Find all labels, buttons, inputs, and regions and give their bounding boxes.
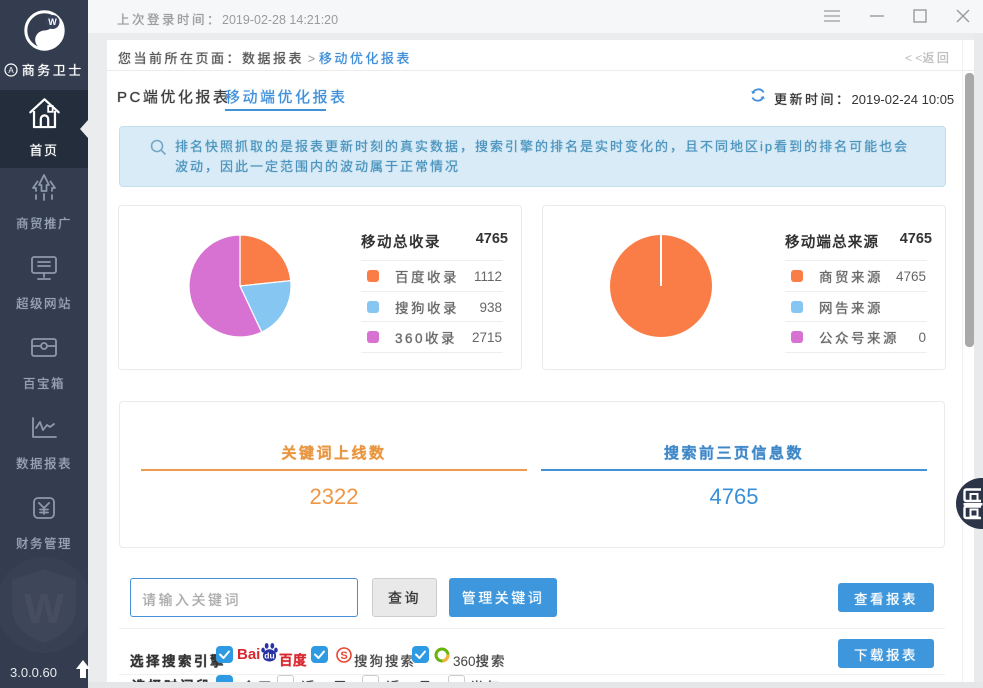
svg-text:du: du — [264, 651, 274, 661]
svg-text:W: W — [48, 17, 57, 27]
svg-text:W: W — [24, 585, 64, 632]
svg-text:S: S — [340, 650, 347, 662]
svg-text:A: A — [9, 66, 15, 75]
